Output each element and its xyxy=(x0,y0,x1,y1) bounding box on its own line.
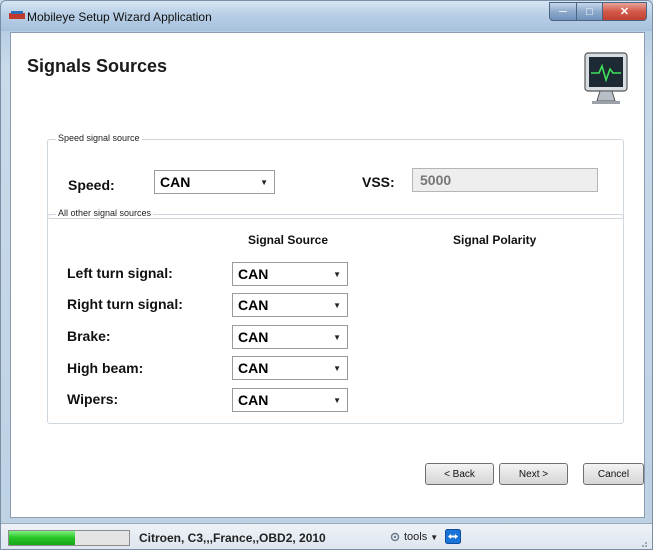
brake-label: Brake: xyxy=(67,328,111,344)
high-beam-label: High beam: xyxy=(67,360,144,376)
teamviewer-icon[interactable] xyxy=(445,529,461,544)
brake-source-value: CAN xyxy=(238,329,269,345)
monitor-heartbeat-icon xyxy=(584,52,628,104)
wipers-source-select[interactable]: CAN ▼ xyxy=(232,388,348,412)
maximize-button[interactable]: □ xyxy=(577,2,603,21)
speed-source-select[interactable]: CAN ▼ xyxy=(154,170,275,194)
back-button[interactable]: < Back xyxy=(425,463,494,485)
status-bar: Citroen, C3,,,France,,OBD2, 2010 tools ▼ xyxy=(1,523,652,549)
minimize-button[interactable]: ─ xyxy=(549,2,577,21)
tools-label: tools xyxy=(404,531,428,543)
left-turn-source-select[interactable]: CAN ▼ xyxy=(232,262,348,286)
page-title: Signals Sources xyxy=(27,56,168,76)
app-window: Mobileye Setup Wizard Application ─ □ ✕ … xyxy=(0,0,653,550)
chevron-down-icon: ▼ xyxy=(333,333,341,342)
brake-source-select[interactable]: CAN ▼ xyxy=(232,325,348,349)
wizard-header: Signals Sources xyxy=(11,33,644,121)
high-beam-source-value: CAN xyxy=(238,360,269,376)
speed-source-value: CAN xyxy=(160,174,191,190)
chevron-down-icon: ▼ xyxy=(260,178,268,187)
right-turn-source-value: CAN xyxy=(238,297,269,313)
resize-grip-icon[interactable] xyxy=(638,538,648,548)
next-button[interactable]: Next > xyxy=(499,463,568,485)
minimize-icon: ─ xyxy=(559,5,567,18)
speed-label: Speed: xyxy=(68,177,115,193)
chevron-down-icon: ▼ xyxy=(430,532,439,542)
speed-group-label: Speed signal source xyxy=(56,133,142,143)
wipers-label: Wipers: xyxy=(67,391,119,407)
left-turn-source-value: CAN xyxy=(238,266,269,282)
left-turn-label: Left turn signal: xyxy=(67,265,173,281)
progress-fill xyxy=(9,531,75,545)
wizard-panel: Signals Sources Speed signal source Spee… xyxy=(10,32,645,518)
chevron-down-icon: ▼ xyxy=(333,396,341,405)
close-icon: ✕ xyxy=(619,6,630,18)
window-controls: ─ □ ✕ xyxy=(549,2,647,21)
chevron-down-icon: ▼ xyxy=(333,364,341,373)
close-button[interactable]: ✕ xyxy=(603,2,647,21)
right-turn-label: Right turn signal: xyxy=(67,296,183,312)
maximize-icon: □ xyxy=(586,5,593,18)
other-signals-group: All other signal sources Signal Source S… xyxy=(47,208,624,424)
vss-label: VSS: xyxy=(362,174,395,190)
chevron-down-icon: ▼ xyxy=(333,270,341,279)
window-title: Mobileye Setup Wizard Application xyxy=(27,10,212,24)
tools-menu[interactable]: tools ▼ xyxy=(389,531,438,543)
speed-signal-group: Speed signal source Speed: CAN ▼ VSS: 50… xyxy=(47,133,624,219)
progress-bar xyxy=(8,530,130,546)
wipers-source-value: CAN xyxy=(238,392,269,408)
chevron-down-icon: ▼ xyxy=(333,301,341,310)
right-turn-source-select[interactable]: CAN ▼ xyxy=(232,293,348,317)
vehicle-info: Citroen, C3,,,France,,OBD2, 2010 xyxy=(139,531,326,545)
vss-input[interactable]: 5000 xyxy=(412,168,598,192)
high-beam-source-select[interactable]: CAN ▼ xyxy=(232,356,348,380)
cancel-button[interactable]: Cancel xyxy=(583,463,644,485)
signal-polarity-header: Signal Polarity xyxy=(453,233,537,247)
app-icon xyxy=(9,11,25,19)
tools-icon xyxy=(390,532,400,542)
title-bar[interactable]: Mobileye Setup Wizard Application ─ □ ✕ xyxy=(1,1,652,31)
other-group-label: All other signal sources xyxy=(56,208,154,218)
signal-source-header: Signal Source xyxy=(248,233,329,247)
